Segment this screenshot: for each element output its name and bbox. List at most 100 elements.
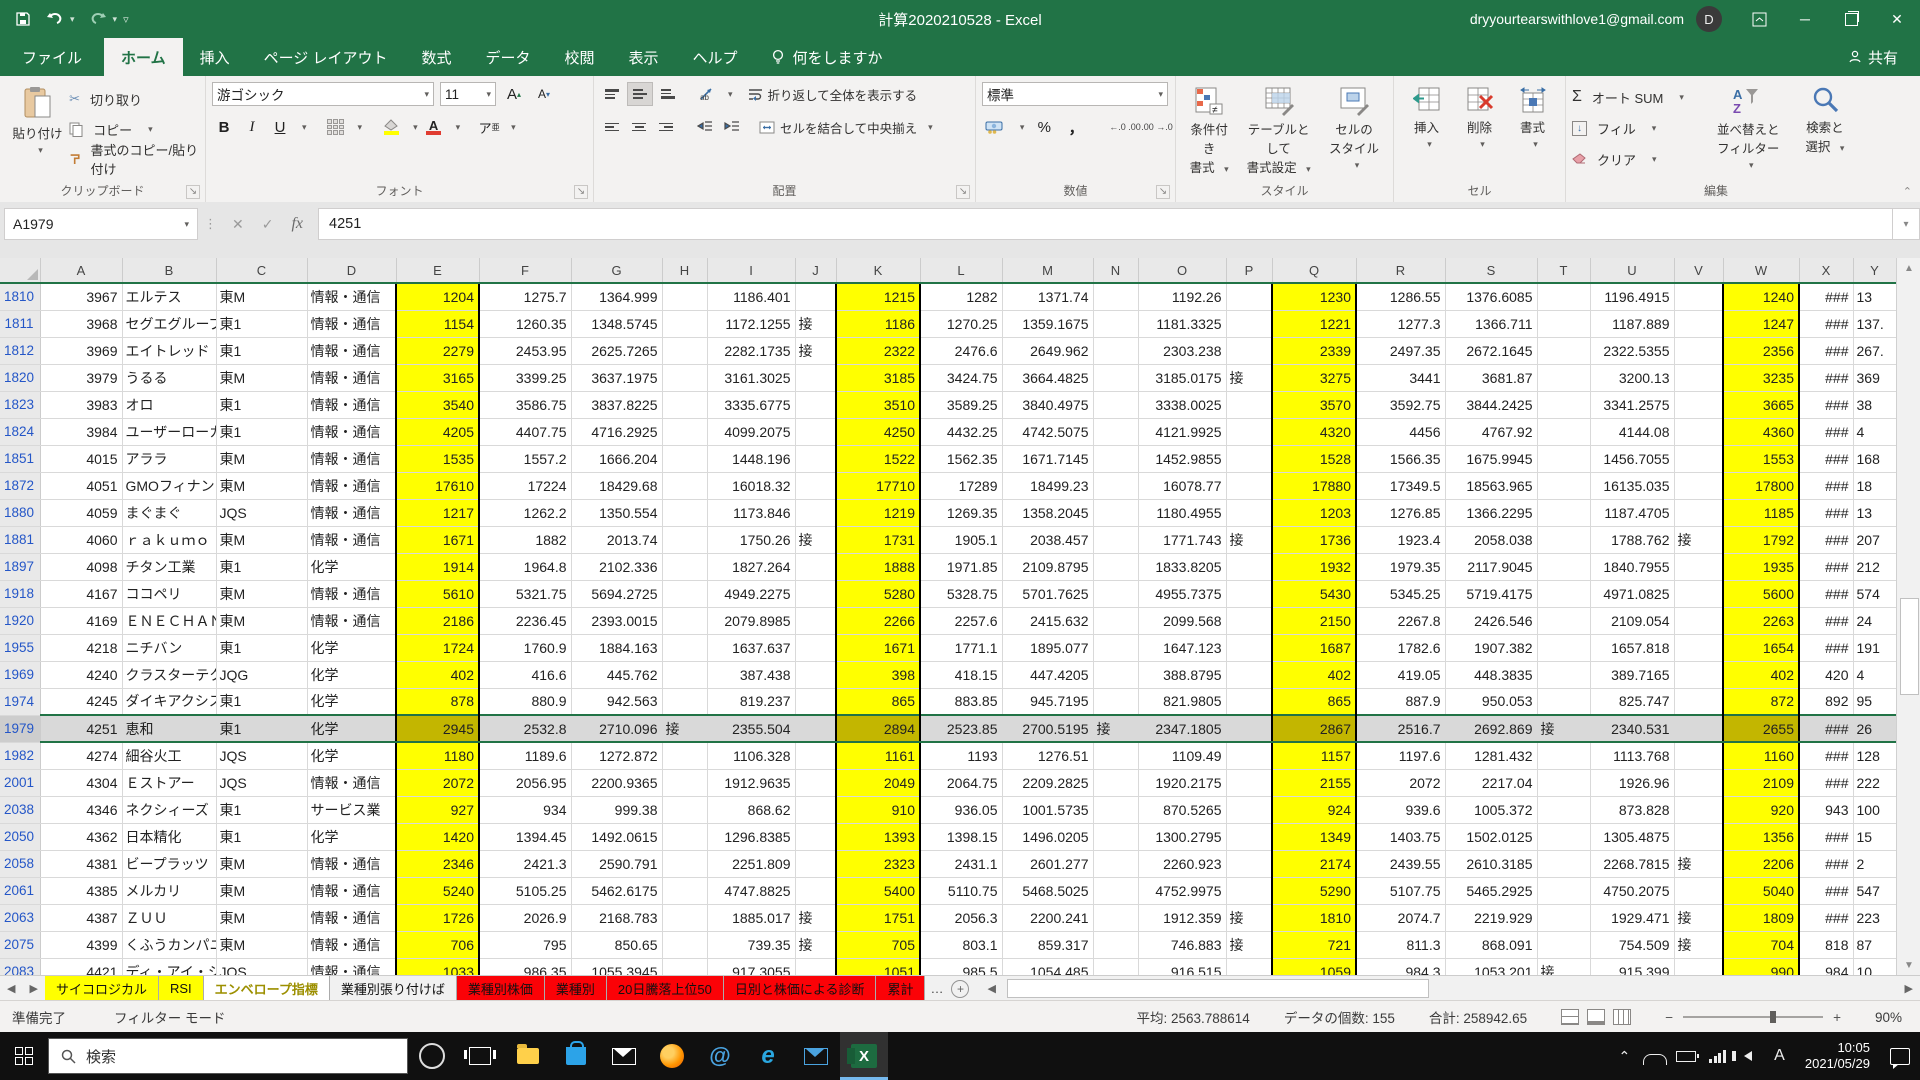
cell-A2075[interactable]: 4399 [40,931,122,958]
sheet-nav-left-icon[interactable]: ◀ [0,976,22,1001]
cell-C1920[interactable]: 東M [216,607,307,634]
cell-R1811[interactable]: 1277.3 [1356,310,1445,337]
cell-K1823[interactable]: 3510 [836,391,920,418]
cell-Q1897[interactable]: 1932 [1272,553,1356,580]
cell-Y1918[interactable]: 574 [1853,580,1896,607]
cell-F1974[interactable]: 880.9 [479,688,571,715]
zoom-knob[interactable] [1770,1011,1776,1023]
tab-insert[interactable]: 挿入 [183,38,247,76]
cell-M1851[interactable]: 1671.7145 [1002,445,1093,472]
cell-X2083[interactable]: 984 [1799,958,1853,975]
wrap-text-button[interactable]: 折り返して全体を表示する [748,85,918,104]
cell-B1969[interactable]: クラスターテクノ [122,661,216,688]
insert-function-icon[interactable]: fx [282,215,312,233]
zoom-slider[interactable]: − + [1665,1010,1841,1025]
column-header-K[interactable]: K [836,258,920,283]
cell-N1897[interactable] [1093,553,1138,580]
cell-X1824[interactable]: ### [1799,418,1853,445]
cell-B1897[interactable]: チタン工業 [122,553,216,580]
cell-Q1982[interactable]: 1157 [1272,742,1356,769]
cell-N2083[interactable] [1093,958,1138,975]
cell-A2061[interactable]: 4385 [40,877,122,904]
cell-V1820[interactable] [1674,364,1723,391]
cell-B1982[interactable]: 細谷火工 [122,742,216,769]
task-view-icon[interactable] [456,1032,504,1080]
save-icon[interactable] [14,10,32,28]
cell-P2038[interactable] [1226,796,1272,823]
cell-G2050[interactable]: 1492.0615 [571,823,662,850]
cell-M1920[interactable]: 2415.632 [1002,607,1093,634]
cell-W2038[interactable]: 920 [1723,796,1799,823]
cell-T1979[interactable]: 接 [1537,715,1590,742]
column-header-S[interactable]: S [1445,258,1537,283]
cell-K1969[interactable]: 398 [836,661,920,688]
cell-V2001[interactable] [1674,769,1723,796]
increase-indent-icon[interactable] [720,116,744,138]
cell-M1812[interactable]: 2649.962 [1002,337,1093,364]
cell-Q1820[interactable]: 3275 [1272,364,1356,391]
cell-L1918[interactable]: 5328.75 [920,580,1002,607]
cell-W2050[interactable]: 1356 [1723,823,1799,850]
cell-J2050[interactable] [795,823,836,850]
cell-Y1974[interactable]: 95 [1853,688,1896,715]
align-right-icon[interactable] [654,116,678,138]
cell-I1920[interactable]: 2079.8985 [707,607,795,634]
cell-E1810[interactable]: 1204 [396,283,479,310]
cell-T1880[interactable] [1537,499,1590,526]
cell-K1880[interactable]: 1219 [836,499,920,526]
cell-I2083[interactable]: 917.3055 [707,958,795,975]
paste-button[interactable]: 貼り付け▾ [6,82,69,180]
cell-C1918[interactable]: 東M [216,580,307,607]
cell-M1881[interactable]: 2038.457 [1002,526,1093,553]
close-button[interactable]: ✕ [1874,0,1920,38]
cell-A1810[interactable]: 3967 [40,283,122,310]
row-header-1851[interactable]: 1851 [0,445,40,472]
cell-F1979[interactable]: 2532.8 [479,715,571,742]
row-header-2001[interactable]: 2001 [0,769,40,796]
cell-F1823[interactable]: 3586.75 [479,391,571,418]
cell-S1810[interactable]: 1376.6085 [1445,283,1537,310]
row-header-1920[interactable]: 1920 [0,607,40,634]
cell-Q2063[interactable]: 1810 [1272,904,1356,931]
cell-K1851[interactable]: 1522 [836,445,920,472]
cell-P1974[interactable] [1226,688,1272,715]
cell-A1881[interactable]: 4060 [40,526,122,553]
cell-U2058[interactable]: 2268.7815 [1590,850,1674,877]
row-header-1823[interactable]: 1823 [0,391,40,418]
page-break-view-icon[interactable] [1613,1009,1631,1025]
cell-U2063[interactable]: 1929.471 [1590,904,1674,931]
tell-me-box[interactable]: 何をしますか [755,38,899,76]
cell-Q1824[interactable]: 4320 [1272,418,1356,445]
cell-N1824[interactable] [1093,418,1138,445]
cell-D2063[interactable]: 情報・通信 [307,904,396,931]
cell-I1881[interactable]: 1750.26 [707,526,795,553]
grow-font-icon[interactable]: A▴ [502,83,526,105]
cell-V1979[interactable] [1674,715,1723,742]
cell-W2001[interactable]: 2109 [1723,769,1799,796]
clear-button[interactable]: クリア▾ [1572,146,1707,172]
cell-F1812[interactable]: 2453.95 [479,337,571,364]
vertical-scroll-thumb[interactable] [1900,598,1919,695]
row-header-2083[interactable]: 2083 [0,958,40,975]
cell-O1820[interactable]: 3185.0175 [1138,364,1226,391]
cell-N2058[interactable] [1093,850,1138,877]
cell-T2058[interactable] [1537,850,1590,877]
cell-D1974[interactable]: 化学 [307,688,396,715]
start-button[interactable] [0,1032,48,1080]
cell-G2075[interactable]: 850.65 [571,931,662,958]
page-layout-view-icon[interactable] [1587,1009,1605,1025]
cell-V2050[interactable] [1674,823,1723,850]
cell-D1982[interactable]: 化学 [307,742,396,769]
cell-W1881[interactable]: 1792 [1723,526,1799,553]
cell-S1974[interactable]: 950.053 [1445,688,1537,715]
cell-D2061[interactable]: 情報・通信 [307,877,396,904]
cell-D1881[interactable]: 情報・通信 [307,526,396,553]
orientation-icon[interactable]: ab [695,83,719,105]
cell-B2083[interactable]: ディ・アイ・シス [122,958,216,975]
cell-J2061[interactable] [795,877,836,904]
cell-F2063[interactable]: 2026.9 [479,904,571,931]
sheet-tab-業種別[interactable]: 業種別 [545,976,607,1001]
undo-dropdown-icon[interactable]: ▾ [70,14,75,25]
cell-V1811[interactable] [1674,310,1723,337]
cell-S1851[interactable]: 1675.9945 [1445,445,1537,472]
